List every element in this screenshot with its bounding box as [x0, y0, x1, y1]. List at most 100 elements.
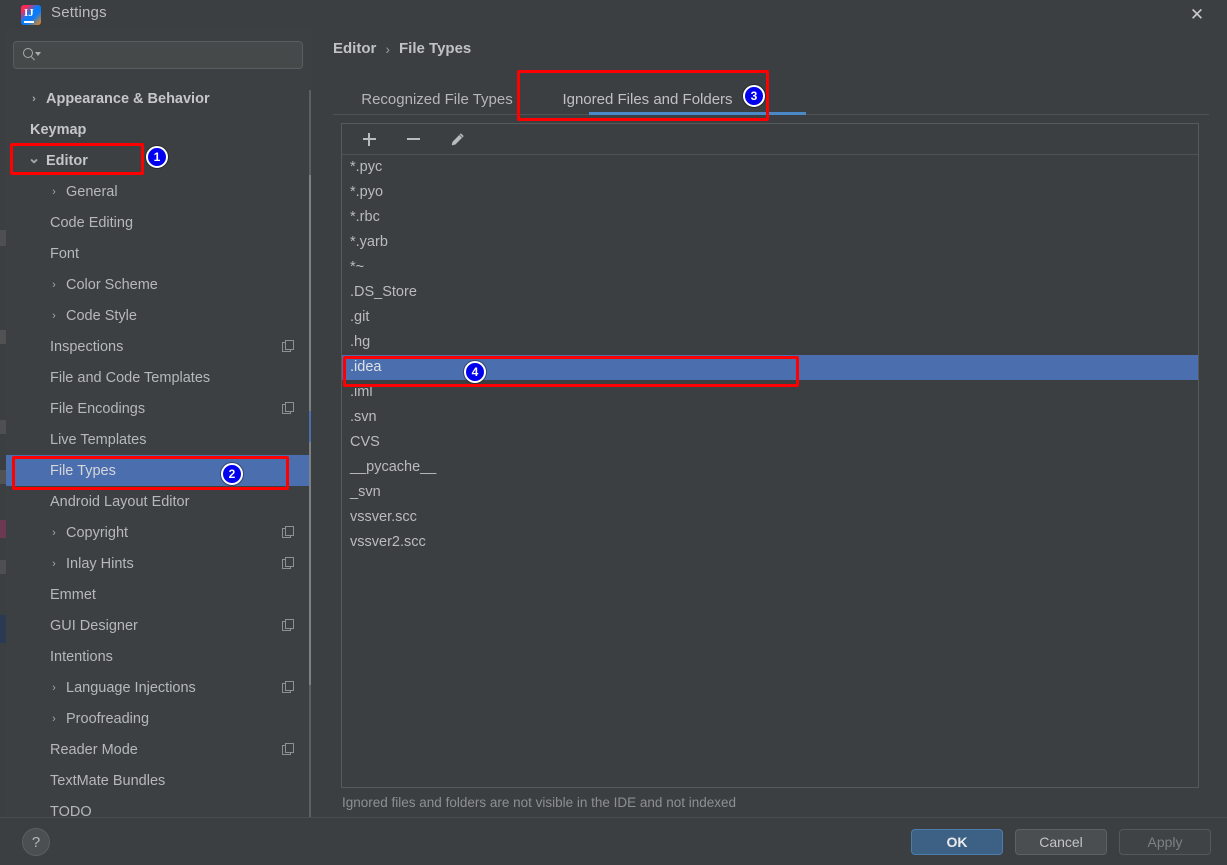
sidebar-item-label: Android Layout Editor: [50, 493, 190, 510]
copy-settings-icon[interactable]: [282, 681, 295, 694]
sidebar-item-emmet[interactable]: Emmet: [6, 579, 311, 610]
list-item-svn[interactable]: .svn: [342, 405, 1198, 430]
copy-settings-icon[interactable]: [282, 557, 295, 570]
window-title: Settings: [51, 4, 107, 21]
copy-settings-icon[interactable]: [282, 340, 295, 353]
chevron-right-icon[interactable]: ›: [28, 93, 40, 105]
copy-settings-icon[interactable]: [282, 526, 295, 539]
sidebar-item-code-editing[interactable]: Code Editing: [6, 207, 311, 238]
sidebar-item-label: Editor: [46, 152, 88, 169]
remove-button[interactable]: [400, 127, 426, 151]
list-item-ds-store[interactable]: .DS_Store: [342, 280, 1198, 305]
copy-settings-icon[interactable]: [282, 743, 295, 756]
sidebar-item-label: File Encodings: [50, 400, 146, 417]
ignored-files-list: *.pyc *.pyo *.rbc *.yarb *~ .DS_Store .git .hg.…: [342, 155, 1198, 786]
sidebar-item-inspections[interactable]: Inspections: [6, 331, 311, 362]
active-tab-underline: [589, 112, 806, 115]
sidebar-item-file-and-code-templates[interactable]: File and Code Templates: [6, 362, 311, 393]
breadcrumb-root[interactable]: Editor: [333, 40, 376, 57]
chevron-right-icon[interactable]: ›: [48, 527, 60, 539]
sidebar-item-label: General: [66, 183, 118, 200]
copy-settings-icon[interactable]: [282, 402, 295, 415]
sidebar-item-label: Code Editing: [50, 214, 134, 231]
list-item-yarb[interactable]: *.yarb: [342, 230, 1198, 255]
cancel-button[interactable]: Cancel: [1015, 829, 1107, 855]
chevron-right-icon[interactable]: ›: [48, 713, 60, 725]
close-icon[interactable]: ✕: [1175, 0, 1219, 30]
copy-settings-icon[interactable]: [282, 619, 295, 632]
breadcrumb: Editor › File Types: [333, 40, 471, 57]
sidebar-item-live-templates[interactable]: Live Templates: [6, 424, 311, 455]
sidebar-item-label: Inspections: [50, 338, 124, 355]
sidebar-item-file-encodings[interactable]: File Encodings: [6, 393, 311, 424]
sidebar-item-general[interactable]: › General: [6, 176, 311, 207]
list-item-hg[interactable]: .hg: [342, 330, 1198, 355]
chevron-right-icon[interactable]: ›: [48, 186, 60, 198]
sidebar-item-label: Color Scheme: [66, 276, 158, 293]
sidebar-item-copyright[interactable]: › Copyright: [6, 517, 311, 548]
settings-content-panel: Editor › File Types Recognized File Type…: [311, 30, 1227, 817]
sidebar-item-label: File and Code Templates: [50, 369, 211, 386]
sidebar-item-label: Intentions: [50, 648, 113, 665]
list-item-cvs[interactable]: CVS: [342, 430, 1198, 455]
chevron-right-icon[interactable]: ›: [48, 558, 60, 570]
sidebar-item-label: TextMate Bundles: [50, 772, 166, 789]
edit-button[interactable]: [444, 127, 470, 151]
sidebar-item-intentions[interactable]: Intentions: [6, 641, 311, 672]
sidebar-item-label: File Types: [50, 462, 116, 479]
list-item-[interactable]: *~: [342, 255, 1198, 280]
sidebar-item-textmate-bundles[interactable]: TextMate Bundles: [6, 765, 311, 796]
sidebar-item-android-layout-editor[interactable]: Android Layout Editor: [6, 486, 311, 517]
sidebar-item-editor[interactable]: ⌄ Editor: [6, 145, 311, 176]
apply-button[interactable]: Apply: [1119, 829, 1211, 855]
sidebar-item-proofreading[interactable]: › Proofreading: [6, 703, 311, 734]
ignored-files-panel: *.pyc *.pyo *.rbc *.yarb *~ .DS_Store .git .hg.…: [341, 123, 1199, 788]
list-item-pyc[interactable]: *.pyc: [342, 155, 1198, 180]
breadcrumb-leaf: File Types: [399, 40, 472, 57]
search-input[interactable]: [44, 42, 294, 68]
sidebar-item-label: TODO: [50, 803, 92, 818]
sidebar-item-label: GUI Designer: [50, 617, 138, 634]
ok-button[interactable]: OK: [911, 829, 1003, 855]
dialog-footer: ? OK Cancel Apply: [0, 817, 1227, 865]
chevron-right-icon[interactable]: ›: [48, 310, 60, 322]
sidebar-item-label: Language Injections: [66, 679, 196, 696]
list-item-vssver-scc[interactable]: vssver.scc: [342, 505, 1198, 530]
list-item-pycache[interactable]: __pycache__: [342, 455, 1198, 480]
sidebar-item-code-style[interactable]: › Code Style: [6, 300, 311, 331]
chevron-right-icon[interactable]: ›: [48, 279, 60, 291]
sidebar-item-inlay-hints[interactable]: › Inlay Hints: [6, 548, 311, 579]
sidebar-item-appearance-behavior[interactable]: › Appearance & Behavior: [6, 83, 311, 114]
sidebar-item-label: Reader Mode: [50, 741, 138, 758]
sidebar-item-font[interactable]: Font: [6, 238, 311, 269]
sidebar-item-label: Proofreading: [66, 710, 150, 727]
list-item-pyo[interactable]: *.pyo: [342, 180, 1198, 205]
chevron-right-icon[interactable]: ›: [48, 682, 60, 694]
sidebar-item-reader-mode[interactable]: Reader Mode: [6, 734, 311, 765]
search-icon: [23, 48, 41, 63]
sidebar-item-file-types[interactable]: File Types: [6, 455, 311, 486]
sidebar-item-label: Keymap: [30, 121, 87, 138]
list-item-git[interactable]: .git: [342, 305, 1198, 330]
list-item-idea[interactable]: .idea: [342, 355, 1198, 380]
plus-icon: [362, 132, 376, 146]
sidebar-item-keymap[interactable]: Keymap: [6, 114, 311, 145]
list-item-rbc[interactable]: *.rbc: [342, 205, 1198, 230]
list-item-iml[interactable]: .iml: [342, 380, 1198, 405]
sidebar-item-label: Copyright: [66, 524, 129, 541]
intellij-idea-logo-icon: IJ: [21, 5, 41, 25]
sidebar-item-label: Code Style: [66, 307, 137, 324]
pencil-icon: [451, 132, 464, 145]
search-field[interactable]: [13, 41, 303, 69]
chevron-down-icon[interactable]: ⌄: [28, 150, 41, 167]
sidebar-item-color-scheme[interactable]: › Color Scheme: [6, 269, 311, 300]
minus-icon: [406, 133, 420, 146]
list-item-svn[interactable]: _svn: [342, 480, 1198, 505]
sidebar-item-todo[interactable]: TODO: [6, 796, 311, 818]
add-button[interactable]: [356, 127, 382, 151]
list-item-vssver2-scc[interactable]: vssver2.scc: [342, 530, 1198, 555]
sidebar-item-label: Appearance & Behavior: [46, 90, 210, 107]
help-button[interactable]: ?: [22, 828, 50, 856]
sidebar-item-language-injections[interactable]: › Language Injections: [6, 672, 311, 703]
sidebar-item-gui-designer[interactable]: GUI Designer: [6, 610, 311, 641]
